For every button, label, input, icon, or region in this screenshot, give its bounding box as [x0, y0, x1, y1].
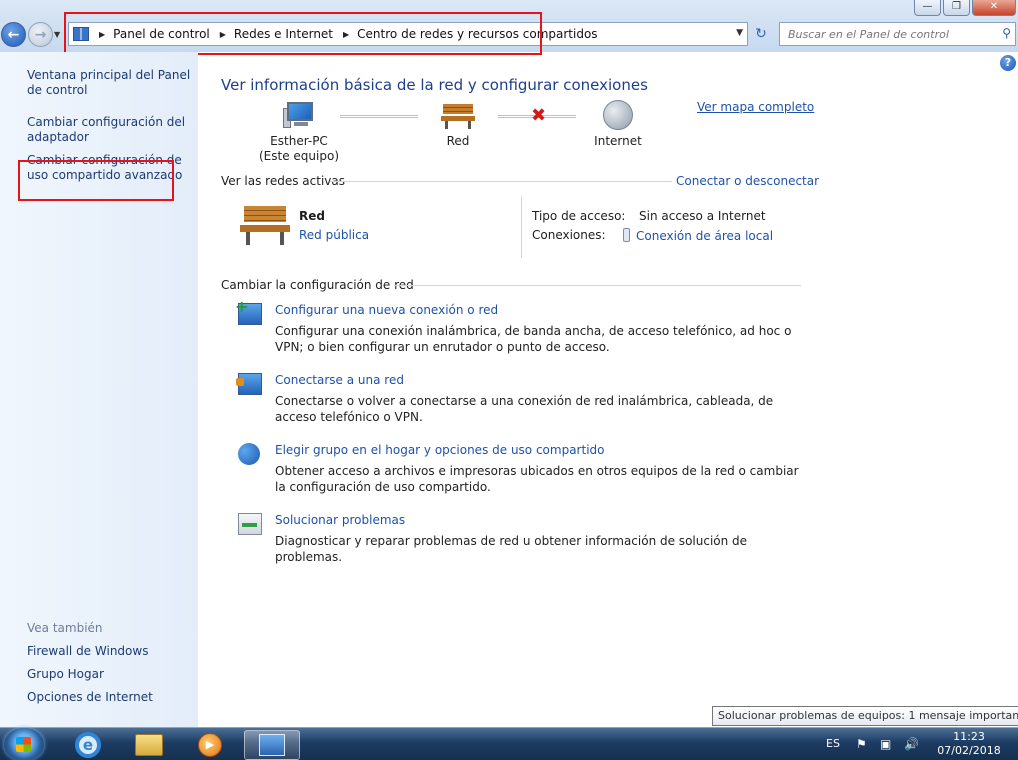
active-networks-title: Ver las redes activas	[221, 174, 345, 188]
refresh-icon[interactable]: ↻	[750, 24, 772, 44]
taskbar-internet-explorer[interactable]: e	[60, 730, 116, 760]
start-button[interactable]	[4, 728, 44, 760]
link-new-connection[interactable]: Configurar una nueva conexión o red	[275, 303, 498, 317]
connection-link-wrapper[interactable]: Conexión de área local	[623, 228, 773, 243]
network-tray-icon[interactable]: ▣	[880, 737, 891, 751]
link-troubleshoot[interactable]: Solucionar problemas	[275, 513, 405, 527]
breadcrumb-network-internet[interactable]: Redes e Internet ▶	[234, 27, 357, 41]
control-panel-icon	[73, 27, 89, 41]
bench-icon	[441, 102, 475, 130]
node-network[interactable]: Red	[423, 102, 493, 149]
search-box[interactable]: ⚲	[779, 22, 1016, 46]
breadcrumb-root-chevron[interactable]: ▶	[89, 30, 113, 39]
pc-name: Esther-PC	[270, 134, 328, 148]
see-also-title: Vea también	[27, 621, 103, 635]
access-type-label: Tipo de acceso:	[532, 209, 626, 223]
globe-icon	[603, 100, 633, 130]
divider	[330, 181, 672, 182]
tray-tooltip: Solucionar problemas de equipos: 1 mensa…	[712, 706, 1018, 726]
chevron-right-icon: ▶	[219, 29, 226, 39]
taskbar-explorer[interactable]	[121, 730, 177, 760]
task-description: Obtener acceso a archivos e impresoras u…	[275, 464, 799, 494]
connections-label: Conexiones:	[532, 228, 606, 242]
arrow-left-icon: ←	[7, 26, 20, 43]
back-button[interactable]: ←	[1, 22, 26, 47]
left-pane: Ventana principal del Panel de control C…	[0, 52, 198, 727]
link-windows-firewall[interactable]: Firewall de Windows	[27, 644, 192, 659]
search-input[interactable]	[780, 23, 980, 45]
link-network-type[interactable]: Red pública	[299, 228, 369, 242]
new-connection-icon	[235, 297, 262, 325]
homegroup-icon	[238, 443, 260, 465]
link-homegroup-sharing[interactable]: Elegir grupo en el hogar y opciones de u…	[275, 443, 605, 457]
window-controls: — ❐ ✕	[914, 0, 1016, 16]
page-title: Ver información básica de la red y confi…	[221, 76, 648, 94]
link-connect-disconnect[interactable]: Conectar o desconectar	[676, 174, 819, 188]
task-description: Conectarse o volver a conectarse a una c…	[275, 394, 774, 424]
active-network-name: Red	[299, 209, 325, 223]
breadcrumb-label: Redes e Internet	[233, 27, 334, 41]
computer-icon	[283, 100, 315, 130]
clock-date: 07/02/2018	[937, 744, 1001, 757]
breadcrumb-network-center[interactable]: Centro de redes y recursos compartidos	[357, 27, 597, 41]
search-icon[interactable]: ⚲	[1002, 26, 1011, 40]
node-this-computer[interactable]: Esther-PC (Este equipo)	[253, 100, 345, 164]
internet-explorer-icon: e	[75, 732, 101, 758]
media-player-icon: ▶	[198, 733, 222, 757]
restore-button[interactable]: ❐	[943, 0, 970, 16]
chevron-right-icon: ▶	[99, 29, 106, 39]
link-change-adapter-settings[interactable]: Cambiar configuración del adaptador	[27, 115, 192, 145]
control-panel-icon	[259, 734, 285, 756]
task-description: Diagnosticar y reparar problemas de red …	[275, 534, 748, 564]
connect-network-icon	[236, 373, 262, 395]
internet-label: Internet	[594, 134, 642, 148]
language-indicator[interactable]: ES	[826, 737, 840, 750]
connection-line	[340, 115, 418, 118]
address-dropdown-icon[interactable]: ▼	[736, 28, 743, 38]
recent-pages-dropdown[interactable]: ▼	[54, 30, 60, 39]
no-connection-x-icon[interactable]: ✖	[531, 107, 546, 125]
task-description: Configurar una conexión inalámbrica, de …	[275, 324, 792, 354]
troubleshoot-icon	[238, 513, 262, 535]
link-connect-network[interactable]: Conectarse a una red	[275, 373, 404, 387]
main-content: Ver información básica de la red y confi…	[198, 52, 1018, 727]
address-bar[interactable]: ▶ Panel de control ▶ Redes e Internet ▶ Ce…	[68, 22, 748, 46]
pc-subtitle: (Este equipo)	[259, 149, 339, 163]
breadcrumb-label: Centro de redes y recursos compartidos	[357, 27, 598, 41]
link-local-area-connection[interactable]: Conexión de área local	[636, 229, 773, 243]
access-type-value: Sin acceso a Internet	[639, 209, 766, 223]
network-bench-icon	[240, 206, 290, 246]
taskbar: e ▶ ES ⚑ ▣ 🔊 11:23 07/02/2018	[0, 727, 1018, 760]
minimize-button[interactable]: —	[914, 0, 941, 16]
node-internet[interactable]: Internet	[583, 100, 653, 149]
chevron-right-icon: ▶	[343, 29, 350, 39]
clock-time: 11:23	[953, 730, 985, 743]
divider	[521, 196, 522, 258]
volume-icon[interactable]: 🔊	[904, 737, 919, 751]
taskbar-media-player[interactable]: ▶	[182, 730, 238, 760]
clock[interactable]: 11:23 07/02/2018	[934, 730, 1004, 758]
folder-icon	[135, 734, 163, 756]
link-homegroup[interactable]: Grupo Hogar	[27, 667, 192, 682]
breadcrumb-label: Panel de control	[113, 27, 210, 41]
link-control-panel-home[interactable]: Ventana principal del Panel de control	[27, 68, 192, 98]
window-chrome: — ❐ ✕ ← → ▼ ▶ Panel de control ▶ Redes e …	[0, 0, 1018, 52]
network-name: Red	[446, 134, 470, 148]
ethernet-plug-icon	[623, 228, 630, 242]
link-internet-options[interactable]: Opciones de Internet	[27, 690, 192, 705]
change-settings-title: Cambiar la configuración de red	[221, 278, 414, 292]
divider	[394, 285, 801, 286]
link-full-map[interactable]: Ver mapa completo	[697, 100, 814, 114]
forward-button[interactable]: →	[28, 22, 53, 47]
action-center-flag-icon[interactable]: ⚑	[856, 737, 867, 751]
close-button[interactable]: ✕	[972, 0, 1016, 16]
taskbar-control-panel[interactable]	[244, 730, 300, 760]
adapter-link-highlight-box	[18, 160, 174, 201]
breadcrumb-control-panel[interactable]: Panel de control ▶	[113, 27, 234, 41]
arrow-right-icon: →	[34, 26, 47, 43]
